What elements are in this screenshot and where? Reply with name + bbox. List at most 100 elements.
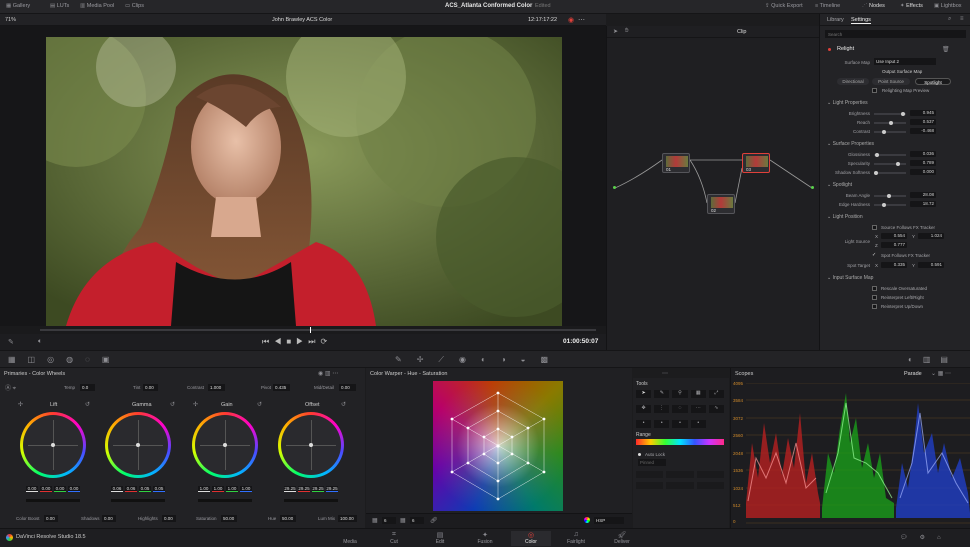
smooth-tool-icon[interactable]: ∿ — [708, 405, 724, 413]
clip-mode-select[interactable]: Clip — [737, 29, 746, 35]
footer-utility-icons[interactable]: 💬︎⚙⌂ — [900, 534, 953, 541]
saturation-value[interactable]: 50.00 — [221, 515, 237, 522]
lock-field-d[interactable] — [636, 481, 664, 489]
light-position-header[interactable]: ⌄ Light Position — [827, 214, 863, 220]
column-tool-icon[interactable]: ⋮ — [654, 405, 670, 413]
right-palette-icons[interactable]: ◐▥▤ — [908, 355, 958, 364]
reach-slider[interactable] — [874, 121, 906, 125]
auto-balance-icon[interactable]: Ⓐ ⌖ — [5, 383, 16, 393]
lift-reset-icon[interactable]: ↺ — [85, 401, 90, 408]
shadow-softness-slider[interactable] — [874, 171, 906, 175]
middetail-value[interactable]: 0.00 — [339, 384, 356, 391]
spot-follows-check[interactable]: ✓ — [872, 252, 876, 258]
input-dot[interactable] — [613, 186, 616, 189]
output-dot[interactable] — [811, 186, 814, 189]
dots-tool-icon[interactable]: ⋯ — [690, 405, 706, 413]
move-tool-icon[interactable]: ✥ — [636, 405, 652, 413]
luts-button[interactable]: ▤ LUTs — [50, 3, 69, 9]
page-tab-deliver[interactable]: 🚀︎ Deliver — [602, 531, 642, 545]
gamma-wheel[interactable] — [105, 412, 171, 478]
effects-button[interactable]: ✦ Effects — [900, 3, 923, 9]
gamma-values[interactable]: 0.06 0.06 0.05 0.05 — [111, 486, 165, 492]
page-tab-cut[interactable]: ⌗ Cut — [374, 531, 414, 545]
node-02[interactable]: 02 — [707, 194, 735, 214]
record-icon[interactable]: ◉ — [568, 16, 574, 24]
color-space-select[interactable]: HSP — [594, 517, 624, 524]
offset-wheel[interactable] — [278, 412, 344, 478]
lift-wheel[interactable] — [20, 412, 86, 478]
playhead[interactable] — [310, 327, 311, 333]
zoom-select[interactable]: 71% — [5, 17, 16, 23]
grid-icon[interactable]: ▦ — [372, 517, 378, 524]
wheels-mode-icon[interactable]: ◉ ▥ ⋯ — [318, 370, 338, 377]
hand-icon[interactable]: ✋︎ — [625, 28, 628, 35]
lift-master-wheel[interactable] — [26, 499, 80, 502]
lock-field-f[interactable] — [696, 481, 724, 489]
page-tab-media[interactable]: Media — [330, 531, 370, 545]
offset-values[interactable]: 29.25 29.25 29.25 29.25 — [284, 486, 338, 492]
grid-size-a[interactable]: 6 — [382, 517, 396, 524]
scope-settings-icons[interactable]: ⌄ ▦ ⋯ — [931, 370, 951, 377]
page-tab-fusion[interactable]: ✦ Fusion — [465, 531, 505, 545]
warper-options-icon[interactable]: ⋯ — [662, 370, 668, 377]
nodes-button[interactable]: ⋰ Nodes — [862, 3, 885, 9]
auto-lock-select[interactable]: Pinned — [638, 459, 666, 466]
warper-grid[interactable] — [433, 381, 563, 511]
highlights-value[interactable]: 0.00 — [162, 515, 176, 522]
media-pool-button[interactable]: ▥ Media Pool — [80, 3, 114, 9]
contrast-value[interactable]: -0.468 — [910, 128, 936, 134]
edge-hardness-slider[interactable] — [874, 203, 906, 207]
surface-properties-header[interactable]: ⌄ Surface Properties — [827, 141, 874, 147]
beam-angle-slider[interactable] — [874, 194, 906, 198]
menu-icon[interactable]: ≡ — [960, 16, 964, 22]
shadow-softness-value[interactable]: 0.000 — [910, 169, 936, 175]
specularity-value[interactable]: 0.789 — [910, 160, 936, 166]
hue-value[interactable]: 50.00 — [280, 515, 296, 522]
beam-angle-value[interactable]: 28.08 — [910, 192, 936, 198]
clip-name[interactable]: John Brawley ACS Color — [272, 17, 332, 23]
pin-tool-icon[interactable]: ⚲ — [672, 390, 688, 398]
brightness-slider[interactable] — [874, 112, 906, 116]
range-hue-bar[interactable] — [636, 439, 724, 445]
gain-values[interactable]: 1.00 1.00 1.00 1.00 — [198, 486, 252, 492]
link-icon[interactable]: 🔗︎ — [430, 517, 438, 524]
mode-directional[interactable]: Directional — [837, 78, 869, 85]
point-tool-a[interactable]: • — [636, 420, 652, 428]
lock-field-e[interactable] — [666, 481, 694, 489]
relighting-preview-check[interactable] — [872, 88, 877, 93]
left-palette-icons[interactable]: ▦◫◎◍◌▣ — [8, 355, 121, 364]
light-source-x[interactable]: 0.554 — [881, 233, 907, 239]
specularity-slider[interactable] — [874, 162, 906, 166]
pen-icon[interactable]: ✎ — [8, 338, 14, 346]
effect-enable-toggle[interactable] — [828, 48, 831, 51]
spot-target-y[interactable]: 0.591 — [918, 262, 944, 268]
lightbox-button[interactable]: ▣ Lightbox — [934, 3, 962, 9]
reach-value[interactable]: 0.537 — [910, 119, 936, 125]
volume-icon[interactable]: 🔈︎ — [38, 338, 42, 346]
trash-icon[interactable]: 🗑︎ — [942, 46, 950, 53]
pen-tool-icon[interactable]: ✎ — [654, 390, 670, 398]
color-boost-value[interactable]: 0.00 — [44, 515, 58, 522]
gain-picker-icon[interactable]: ✢ — [193, 401, 198, 408]
surface-map-select[interactable]: Use Input 2 — [874, 58, 936, 65]
input-surface-map-header[interactable]: ⌄ Input Surface Map — [827, 275, 873, 281]
reinterpret-lr-check[interactable] — [872, 295, 877, 300]
quick-export-button[interactable]: ⇪ Quick Export — [765, 3, 803, 9]
select-tool-icon[interactable]: ➤ — [636, 390, 652, 398]
point-tool-d[interactable]: • — [690, 420, 706, 428]
brightness-value[interactable]: 0.945 — [910, 110, 936, 116]
node-01[interactable]: 01 — [662, 153, 690, 173]
lift-picker-icon[interactable]: ✢ — [18, 401, 23, 408]
playback-controls[interactable]: ⏮◀■▶⏭⟳ — [262, 337, 332, 347]
tint-value[interactable]: 0.00 — [143, 384, 158, 391]
contrast-value[interactable]: 1.000 — [208, 384, 225, 391]
lift-values[interactable]: 0.00 0.00 0.00 0.00 — [26, 486, 80, 492]
lock-field-c[interactable] — [696, 471, 724, 478]
gamma-reset-icon[interactable]: ↺ — [170, 401, 175, 408]
mode-spotlight[interactable]: Spotlight — [915, 78, 951, 85]
center-palette-icons[interactable]: ✎✢⟋◉◐◑◒▩ — [395, 355, 563, 365]
ring-tool-icon[interactable]: ◌ — [672, 405, 688, 413]
gallery-button[interactable]: ▦ Gallery — [6, 3, 30, 9]
gain-wheel[interactable] — [192, 412, 258, 478]
lock-field-a[interactable] — [636, 471, 664, 478]
